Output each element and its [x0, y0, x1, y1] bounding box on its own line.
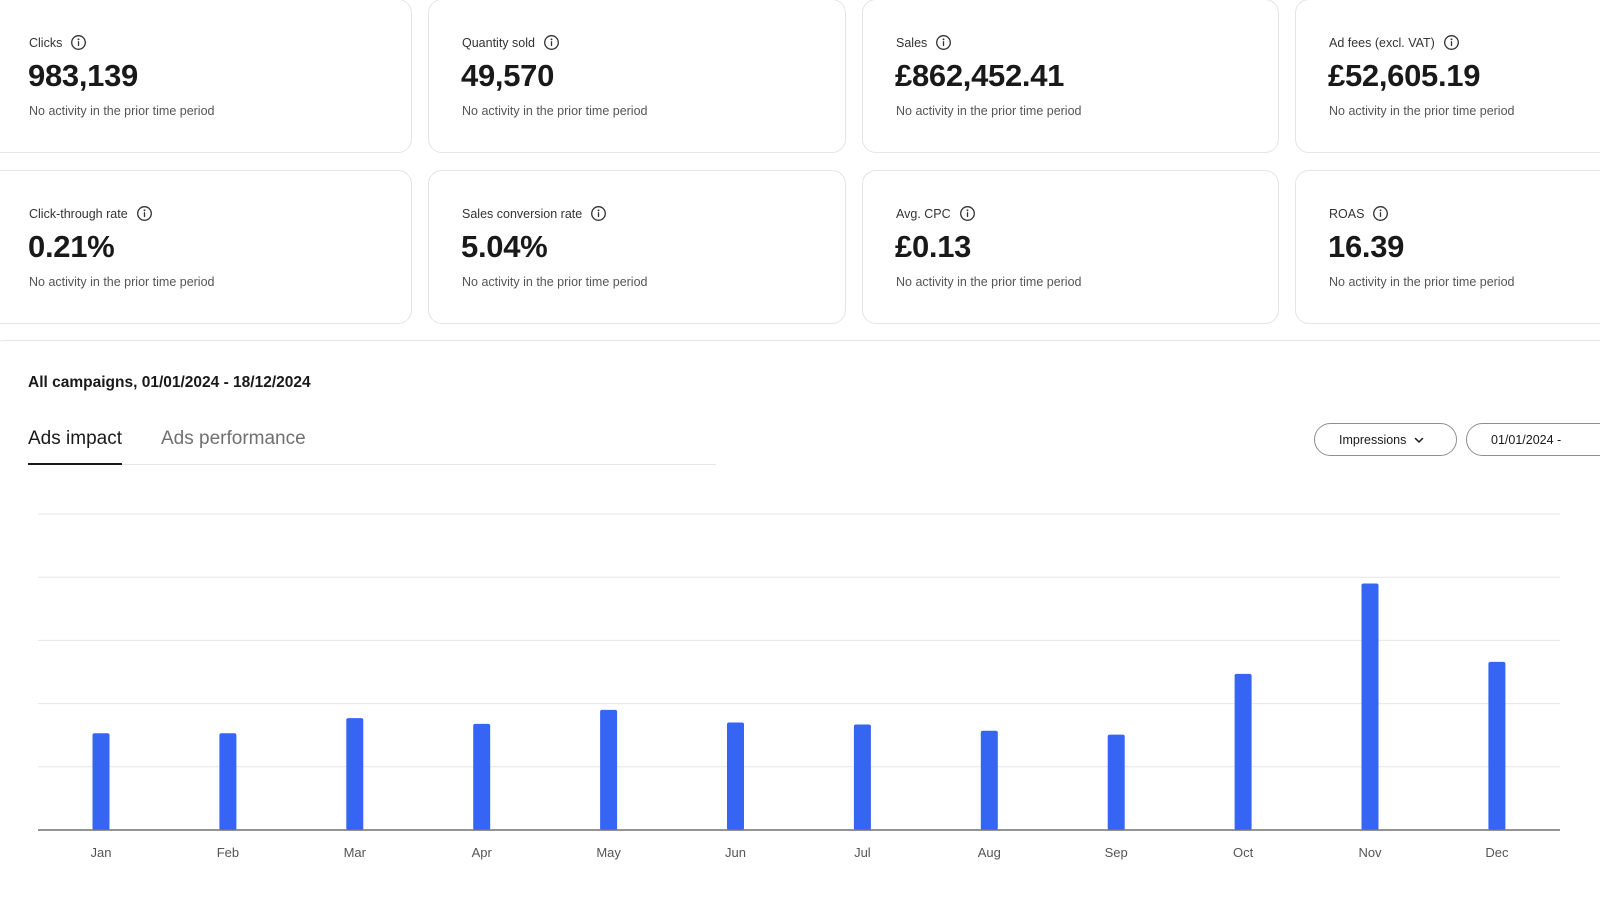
metric-label: Sales conversion rate [462, 206, 583, 221]
metric-label-row: Click-through rate [29, 205, 153, 222]
info-circle-icon[interactable] [1443, 34, 1460, 51]
x-tick-label: Oct [1233, 845, 1254, 860]
metric-label-row: Sales [896, 34, 952, 51]
metric-card-clicks: Clicks 983,139 No activity in the prior ti… [0, 0, 412, 153]
bar-may[interactable] [600, 709, 618, 830]
impressions-bar-chart: Jan Feb Mar Apr May Jun Jul Aug Sep Oct Nov Dec [38, 513, 1560, 860]
metric-label-row: Clicks [29, 34, 87, 51]
chevron-down-icon [1415, 437, 1424, 443]
info-circle-icon[interactable] [70, 34, 87, 51]
panel-title: All campaigns, 01/01/2024 - 18/12/2024 [28, 374, 311, 391]
x-tick-label: Jun [725, 845, 746, 860]
metric-value: 983,139 [28, 58, 138, 93]
metric-comparison-note: No activity in the prior time period [896, 275, 1082, 289]
bar-jan[interactable] [92, 733, 110, 830]
bar-mar[interactable] [346, 718, 364, 830]
metric-value: 49,570 [461, 58, 555, 93]
metric-label-row: Ad fees (excl. VAT) [1329, 34, 1460, 51]
metric-card-ad-fees: Ad fees (excl. VAT) £52,605.19 No activity… [1295, 0, 1600, 153]
x-tick-label: Jul [854, 845, 871, 860]
metric-label: ROAS [1329, 206, 1365, 221]
metric-select-dropdown[interactable]: Impressions [1314, 423, 1457, 456]
metric-label: Avg. CPC [896, 206, 951, 221]
bar-feb[interactable] [219, 733, 237, 830]
metric-card-click-through-rate: Click-through rate 0.21% No activity in th… [0, 170, 412, 324]
metric-comparison-note: No activity in the prior time period [29, 104, 215, 118]
bar-aug[interactable] [980, 730, 998, 830]
metric-card-roas: ROAS 16.39 No activity in the prior time p… [1295, 170, 1600, 324]
x-tick-label: Jan [91, 845, 112, 860]
metric-comparison-note: No activity in the prior time period [29, 275, 215, 289]
metric-value: £0.13 [895, 229, 972, 264]
x-tick-label: Sep [1105, 845, 1128, 860]
info-circle-icon[interactable] [590, 205, 607, 222]
info-circle-icon[interactable] [1372, 205, 1389, 222]
bar-apr[interactable] [473, 723, 491, 830]
metric-label-row: Quantity sold [462, 34, 560, 51]
metric-label-row: ROAS [1329, 205, 1389, 222]
metric-card-sales: Sales £862,452.41 No activity in the prior… [862, 0, 1279, 153]
metric-card-avg-cpc: Avg. CPC £0.13 No activity in the prior ti… [862, 170, 1279, 324]
bar-jun[interactable] [727, 722, 744, 830]
date-range-label: 01/01/2024 - [1491, 432, 1562, 447]
bar-oct[interactable] [1234, 673, 1252, 830]
metric-select-label: Impressions [1339, 432, 1407, 447]
x-tick-label: Dec [1485, 845, 1509, 860]
x-tick-label: Feb [217, 845, 239, 860]
metric-comparison-note: No activity in the prior time period [1329, 104, 1515, 118]
bar-jul[interactable] [853, 724, 871, 830]
x-tick-label: Mar [344, 845, 367, 860]
metric-label: Ad fees (excl. VAT) [1329, 35, 1435, 50]
metric-value: £52,605.19 [1328, 58, 1481, 93]
metric-value: £862,452.41 [895, 58, 1065, 93]
metric-comparison-note: No activity in the prior time period [1329, 275, 1515, 289]
metric-comparison-note: No activity in the prior time period [462, 275, 648, 289]
x-tick-label: Nov [1358, 845, 1382, 860]
x-tick-label: May [596, 845, 621, 860]
metric-value: 5.04% [461, 229, 548, 264]
chart-tabs: Ads impact Ads performance [28, 428, 716, 465]
metric-value: 0.21% [28, 229, 115, 264]
metric-label: Sales [896, 35, 928, 50]
metric-label-row: Avg. CPC [896, 205, 976, 222]
tab-ads-performance[interactable]: Ads performance [161, 428, 306, 465]
metric-card-quantity-sold: Quantity sold 49,570 No activity in the pr… [428, 0, 846, 153]
metric-card-sales-conversion-rate: Sales conversion rate 5.04% No activity in… [428, 170, 846, 324]
metric-value: 16.39 [1328, 229, 1405, 264]
info-circle-icon[interactable] [935, 34, 952, 51]
tab-ads-impact[interactable]: Ads impact [28, 428, 122, 465]
metric-label: Clicks [29, 35, 63, 50]
x-tick-label: Aug [978, 845, 1001, 860]
x-tick-label: Apr [472, 845, 493, 860]
info-circle-icon[interactable] [543, 34, 560, 51]
bar-sep[interactable] [1107, 734, 1125, 830]
bar-dec[interactable] [1488, 661, 1506, 830]
info-circle-icon[interactable] [136, 205, 153, 222]
metric-label: Quantity sold [462, 35, 535, 50]
bar-nov[interactable] [1361, 583, 1379, 830]
metric-label-row: Sales conversion rate [462, 205, 607, 222]
metric-label: Click-through rate [29, 206, 128, 221]
date-range-select[interactable]: 01/01/2024 - [1466, 423, 1600, 456]
info-circle-icon[interactable] [959, 205, 976, 222]
metric-comparison-note: No activity in the prior time period [462, 104, 648, 118]
metric-comparison-note: No activity in the prior time period [896, 104, 1082, 118]
